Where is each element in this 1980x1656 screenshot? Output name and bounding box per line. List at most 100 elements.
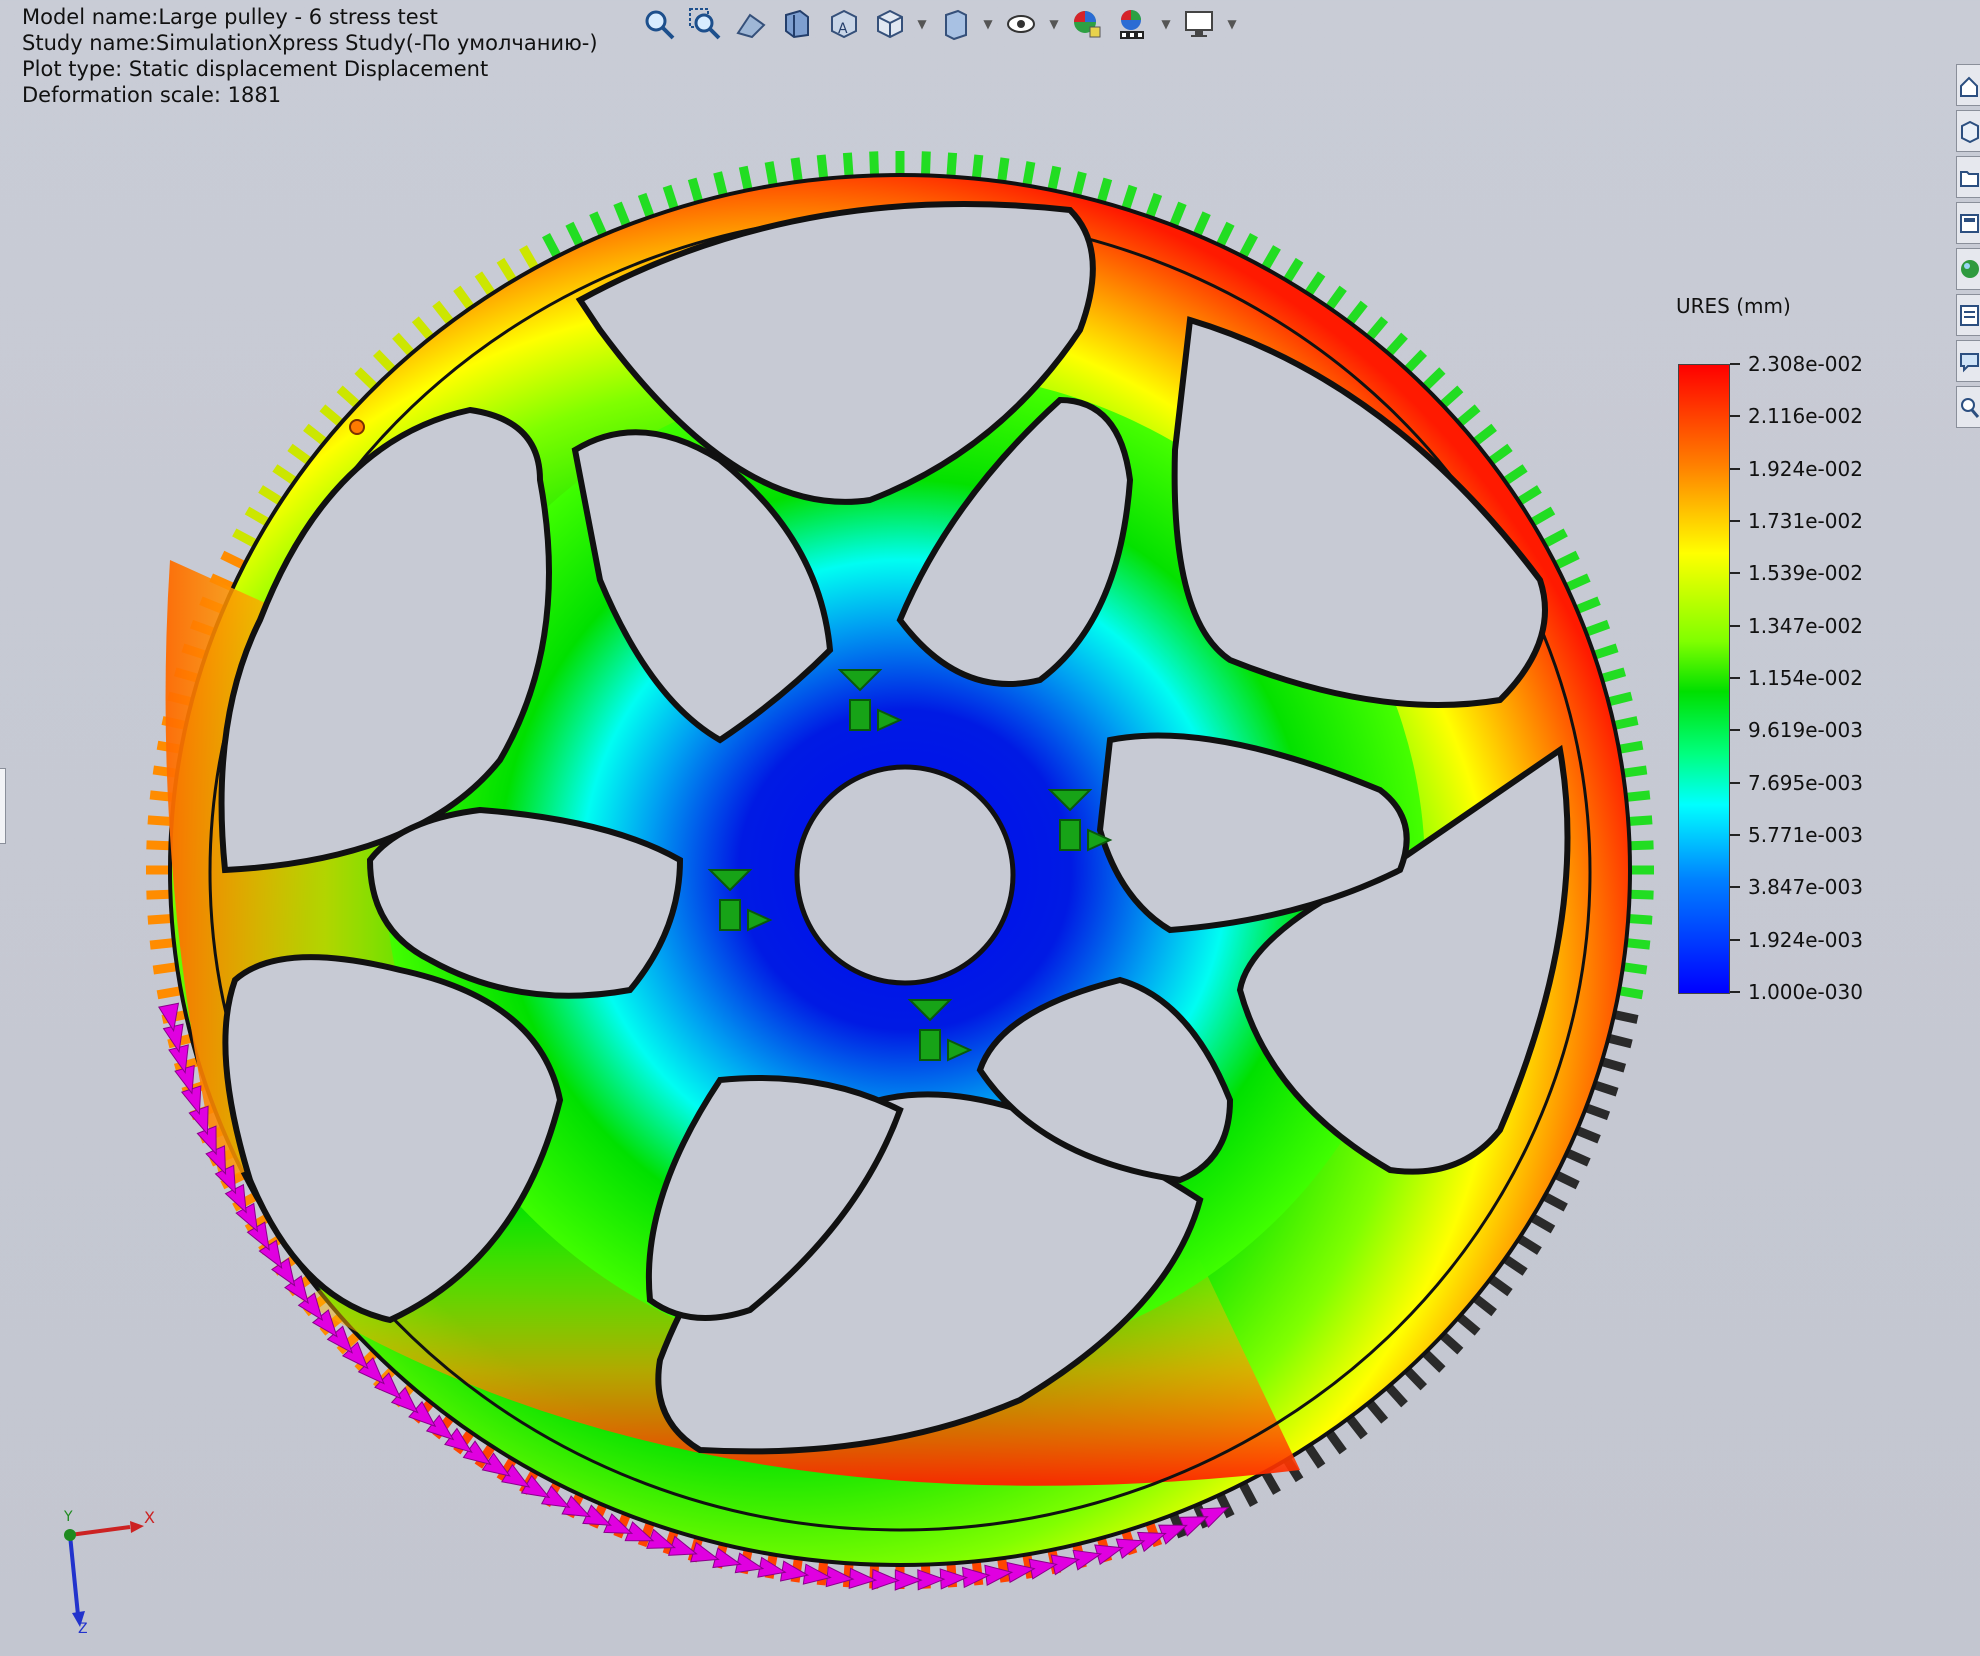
gear-tooth [816, 154, 829, 180]
apply-scene-icon[interactable] [1068, 5, 1106, 43]
gear-tooth [1627, 913, 1653, 925]
legend-label: 1.347e-002 [1748, 613, 1863, 638]
gear-tooth [272, 464, 298, 486]
gear-tooth [1575, 596, 1601, 614]
plot-type: Plot type: Static displacement Displacem… [22, 57, 489, 81]
gear-tooth [1022, 161, 1036, 187]
gear-tooth [1607, 691, 1633, 707]
gear-tooth [662, 184, 679, 211]
gear-tooth [542, 233, 562, 259]
legend-label: 7.695e-003 [1748, 770, 1863, 795]
gear-tooth [946, 152, 958, 178]
home-icon[interactable] [1956, 64, 1980, 106]
legend-tick [1730, 467, 1740, 470]
gear-tooth [1325, 1429, 1347, 1455]
gear-tooth [156, 986, 182, 1000]
gear-tooth [432, 300, 455, 326]
gear-tooth [1542, 1192, 1568, 1212]
legend-tick [1730, 415, 1740, 418]
gear-tooth [1607, 1033, 1633, 1049]
gear-tooth [147, 815, 173, 827]
chevron-down-icon[interactable]: ▼ [1226, 5, 1238, 43]
gear-tooth [1584, 1103, 1611, 1121]
axis-triad: X Y Z [63, 1508, 155, 1635]
gear-tooth [336, 385, 361, 409]
view-orientation-icon[interactable]: A [824, 5, 862, 43]
legend-label: 2.116e-002 [1748, 404, 1863, 429]
plot-icon[interactable] [1114, 5, 1152, 43]
triad-x-label: X [144, 1508, 155, 1527]
gear-tooth [842, 152, 854, 178]
gear-tooth [392, 332, 415, 357]
gear-tooth [1592, 643, 1619, 660]
gear-tooth [319, 404, 344, 427]
gear-tooth [764, 161, 778, 187]
previous-view-icon[interactable] [732, 5, 770, 43]
gear-tooth [354, 367, 379, 391]
chevron-down-icon[interactable]: ▼ [982, 5, 994, 43]
center-bore [794, 764, 1016, 986]
edit-appearance-icon[interactable] [1002, 5, 1040, 43]
section-view-icon[interactable] [778, 5, 816, 43]
gear-tooth [1283, 257, 1304, 283]
probe-point[interactable] [349, 419, 365, 435]
gear-tooth [1542, 528, 1568, 548]
legend-tick [1730, 363, 1740, 365]
svg-text:A: A [838, 21, 848, 37]
gear-tooth [1385, 1383, 1408, 1408]
gear-tooth [152, 962, 178, 975]
gear-tooth [1047, 165, 1062, 192]
gear-tooth [1421, 367, 1446, 391]
gear-tooth [971, 154, 984, 180]
gear-tooth [920, 151, 931, 176]
folder-icon[interactable] [1956, 156, 1980, 198]
study-name: Study name:SimulationXpress Study(-По ум… [22, 31, 598, 55]
gear-tooth [1325, 285, 1347, 311]
gear-tooth [1304, 271, 1326, 297]
legend-tick [1730, 572, 1740, 575]
gear-tooth [146, 840, 171, 851]
gear-tooth [1487, 443, 1513, 466]
zoom-to-area-icon[interactable] [686, 5, 724, 43]
gear-tooth [1121, 184, 1138, 211]
gear-tooth [1629, 889, 1654, 900]
gear-tooth [842, 1562, 854, 1588]
gear-tooth [1600, 667, 1627, 683]
appearances-icon[interactable] [1956, 248, 1980, 290]
legend-tick [1730, 677, 1740, 679]
feature-manager-tab[interactable] [0, 768, 6, 844]
forum-icon[interactable] [1956, 340, 1980, 382]
triad-z-label: Z [78, 1621, 88, 1635]
gear-tooth [1554, 550, 1580, 570]
custom-properties-icon[interactable] [1956, 294, 1980, 336]
gear-tooth [1629, 840, 1654, 851]
gear-tooth [1385, 332, 1408, 357]
gear-tooth [474, 271, 496, 297]
hide-show-items-icon[interactable] [936, 5, 974, 43]
display-style-icon[interactable] [870, 5, 908, 43]
gear-tooth [1472, 1294, 1497, 1317]
legend-label: 1.000e-030 [1748, 980, 1863, 1004]
gear-tooth [1516, 485, 1542, 506]
gear-tooth [1625, 790, 1651, 802]
load-arrow [871, 1568, 900, 1591]
chevron-down-icon[interactable]: ▼ [1048, 5, 1060, 43]
gear-tooth [1365, 316, 1389, 341]
legend-label: 9.619e-003 [1748, 718, 1863, 743]
legend-label: 1.924e-003 [1748, 927, 1863, 952]
chevron-down-icon[interactable]: ▼ [1160, 5, 1172, 43]
screen-icon[interactable] [1180, 5, 1218, 43]
gear-tooth [1169, 201, 1187, 228]
gear-tooth [1439, 385, 1464, 409]
gear-tooth [1600, 1057, 1627, 1073]
gear-tooth [1613, 1010, 1639, 1024]
gear-tooth [997, 157, 1010, 183]
gear-tooth [713, 171, 728, 197]
view-palette-icon[interactable] [1956, 202, 1980, 244]
zoom-to-fit-icon[interactable] [640, 5, 678, 43]
gear-tooth [1622, 765, 1648, 778]
gear-tooth [1403, 1366, 1428, 1391]
parts-icon[interactable] [1956, 110, 1980, 152]
search-icon[interactable] [1956, 386, 1980, 428]
chevron-down-icon[interactable]: ▼ [916, 5, 928, 43]
